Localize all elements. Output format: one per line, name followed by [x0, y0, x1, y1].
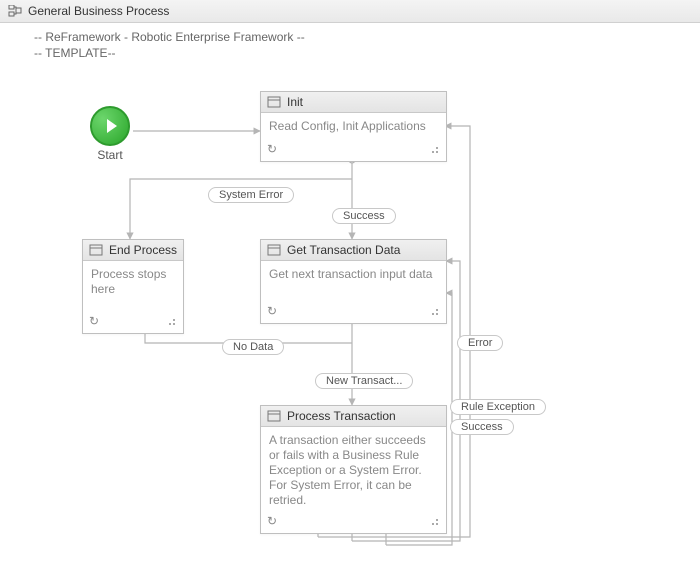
start-label: Start: [85, 148, 135, 162]
label-new-transaction[interactable]: New Transact...: [315, 373, 413, 389]
state-pt-desc: A transaction either succeeds or fails w…: [269, 433, 426, 507]
state-get-transaction[interactable]: Get Transaction Data Get next transactio…: [260, 239, 447, 324]
state-init-desc: Read Config, Init Applications: [269, 119, 426, 133]
label-error[interactable]: Error: [457, 335, 503, 351]
play-icon: [90, 106, 130, 146]
state-pt-header: Process Transaction: [261, 406, 446, 427]
state-init-title: Init: [287, 95, 303, 109]
label-rule-exception[interactable]: Rule Exception: [450, 399, 546, 415]
state-icon: [267, 96, 281, 108]
label-system-error[interactable]: System Error: [208, 187, 294, 203]
state-icon: [89, 244, 103, 256]
state-gtd-title: Get Transaction Data: [287, 243, 400, 257]
loop-icon: ↻: [267, 304, 277, 319]
subtitle-block: -- ReFramework - Robotic Enterprise Fram…: [0, 23, 700, 61]
label-success-pt[interactable]: Success: [450, 419, 514, 435]
resize-grip-icon: [428, 145, 440, 155]
state-init-header: Init: [261, 92, 446, 113]
state-gtd-header: Get Transaction Data: [261, 240, 446, 261]
state-end-title: End Process: [109, 243, 177, 257]
state-end-desc: Process stops here: [91, 267, 166, 296]
label-no-data[interactable]: No Data: [222, 339, 284, 355]
resize-grip-icon: [428, 517, 440, 527]
subtitle-line-2: -- TEMPLATE--: [34, 45, 700, 61]
state-init[interactable]: Init Read Config, Init Applications ↻: [260, 91, 447, 162]
flowchart-icon: [8, 5, 22, 17]
state-end-process[interactable]: End Process Process stops here ↻: [82, 239, 184, 334]
loop-icon: ↻: [89, 314, 99, 329]
loop-icon: ↻: [267, 514, 277, 529]
state-icon: [267, 244, 281, 256]
resize-grip-icon: [165, 317, 177, 327]
state-end-header: End Process: [83, 240, 183, 261]
label-success-init[interactable]: Success: [332, 208, 396, 224]
state-process-transaction[interactable]: Process Transaction A transaction either…: [260, 405, 447, 534]
state-gtd-desc: Get next transaction input data: [269, 267, 432, 281]
state-pt-title: Process Transaction: [287, 409, 396, 423]
window-title: General Business Process: [28, 4, 169, 18]
loop-icon: ↻: [267, 142, 277, 157]
state-icon: [267, 410, 281, 422]
resize-grip-icon: [428, 307, 440, 317]
subtitle-line-1: -- ReFramework - Robotic Enterprise Fram…: [34, 29, 700, 45]
window-title-bar: General Business Process: [0, 0, 700, 23]
diagram-canvas[interactable]: Start Init Read Config, Init Application…: [0, 61, 700, 570]
start-node[interactable]: Start: [85, 106, 135, 162]
